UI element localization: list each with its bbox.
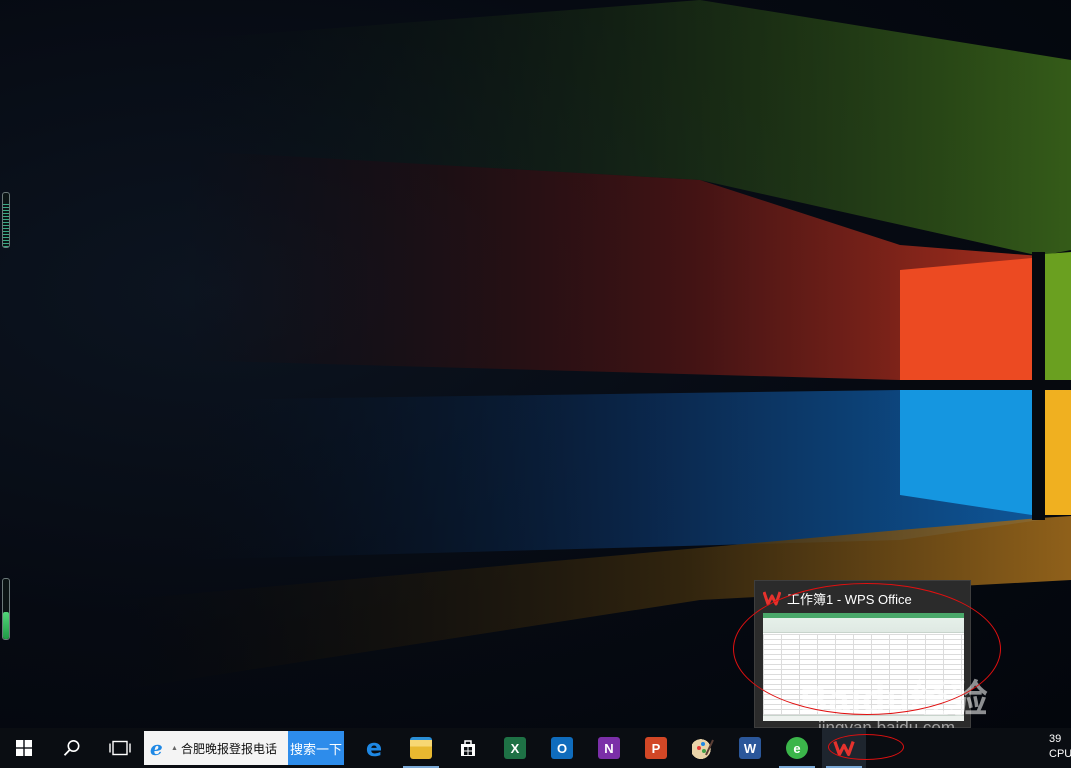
search-icon [63, 740, 80, 756]
powerpoint-icon: P [645, 737, 667, 759]
cpu-label: CPU [1049, 748, 1071, 760]
store-icon [457, 737, 479, 759]
edge-icon: e [365, 734, 383, 762]
task-view-button[interactable] [100, 728, 140, 768]
web-search-widget[interactable]: e ▲ 合肥晚报登报电话 [144, 731, 288, 765]
paint-palette-icon [692, 737, 714, 759]
taskbar-app-word[interactable]: W [728, 728, 772, 768]
dropdown-arrow-icon[interactable]: ▲ [171, 745, 178, 752]
search-button[interactable] [52, 728, 92, 768]
search-submit-button[interactable]: 搜索一下 [288, 731, 344, 765]
gauge-top-fill [3, 203, 9, 247]
taskbar-app-outlook[interactable]: O [540, 728, 584, 768]
folder-icon [410, 737, 432, 759]
sidebar-gauge-top [2, 192, 10, 248]
taskbar-app-file-explorer[interactable] [399, 728, 443, 768]
taskbar-app-edge[interactable]: e [352, 728, 396, 768]
desktop: 工作簿1 - WPS Office Baidu经验 jingyan.baidu.… [0, 0, 1071, 728]
windows-logo-icon [16, 740, 32, 756]
search-query-text[interactable]: 合肥晚报登报电话 [181, 740, 277, 757]
start-button[interactable] [4, 728, 44, 768]
cpu-value: 39 [1049, 733, 1062, 745]
taskbar-app-onenote[interactable]: N [587, 728, 631, 768]
ie-icon: e [150, 736, 163, 760]
taskbar-app-store[interactable] [446, 728, 490, 768]
annotation-ellipse-thumbnail [733, 583, 1001, 715]
outlook-icon: O [551, 737, 573, 759]
taskbar-app-powerpoint[interactable]: P [634, 728, 678, 768]
annotation-ellipse-wps-button [828, 734, 904, 760]
taskbar-app-paint[interactable] [681, 728, 725, 768]
taskbar-app-360-browser[interactable]: e [775, 728, 819, 768]
system-tray-cpu-monitor[interactable]: 39 CPU [1049, 732, 1071, 762]
sidebar-gauge-bottom [2, 578, 10, 640]
word-icon: W [739, 737, 761, 759]
task-view-icon [109, 740, 131, 756]
360-browser-icon: e [786, 737, 808, 759]
excel-icon: X [504, 737, 526, 759]
onenote-icon: N [598, 737, 620, 759]
gauge-bottom-fill [3, 612, 9, 639]
taskbar-app-excel[interactable]: X [493, 728, 537, 768]
watermark-url: jingyan.baidu.com [818, 718, 956, 728]
